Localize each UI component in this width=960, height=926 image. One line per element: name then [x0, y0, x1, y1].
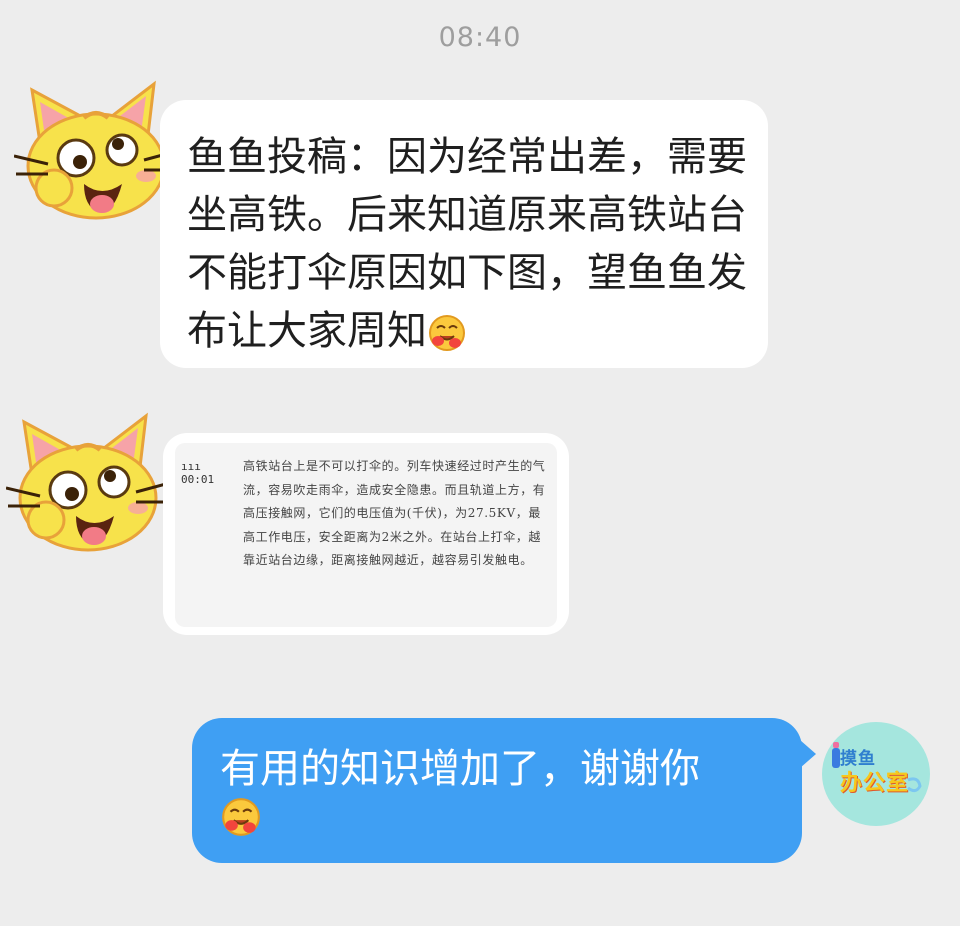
- hugging-face-emoji-icon: [429, 315, 465, 351]
- image-signal-time: ııı 00:01: [181, 460, 215, 486]
- image-message[interactable]: ııı 00:01 高铁站台上是不可以打伞的。列车快速经过时产生的气流，容易吹走…: [163, 433, 569, 635]
- avatar-self[interactable]: 摸鱼 办公室: [822, 722, 930, 826]
- bubble-tail: [800, 740, 816, 768]
- cat-face-icon: [5, 412, 167, 552]
- message-bubble-self[interactable]: 有用的知识增加了，谢谢你: [192, 718, 816, 863]
- avatar-cat[interactable]: [13, 78, 175, 232]
- logo-text-bottom: 办公室: [840, 771, 910, 796]
- image-handwritten-text: 高铁站台上是不可以打伞的。列车快速经过时产生的气流，容易吹走雨伞，造成安全隐患。…: [243, 459, 546, 567]
- image-thumbnail[interactable]: ııı 00:01 高铁站台上是不可以打伞的。列车快速经过时产生的气流，容易吹走…: [175, 443, 557, 627]
- hugging-face-emoji-icon: [222, 798, 260, 836]
- message-text-self: 有用的知识增加了，谢谢你: [220, 746, 780, 838]
- chat-timestamp: 08:40: [438, 22, 522, 53]
- avatar-cat[interactable]: [5, 410, 167, 564]
- message-text-other: 鱼鱼投稿：因为经常出差，需要坐高铁。后来知道原来高铁站台不能打伞原因如下图，望鱼…: [187, 134, 747, 354]
- cat-face-icon: [13, 80, 175, 220]
